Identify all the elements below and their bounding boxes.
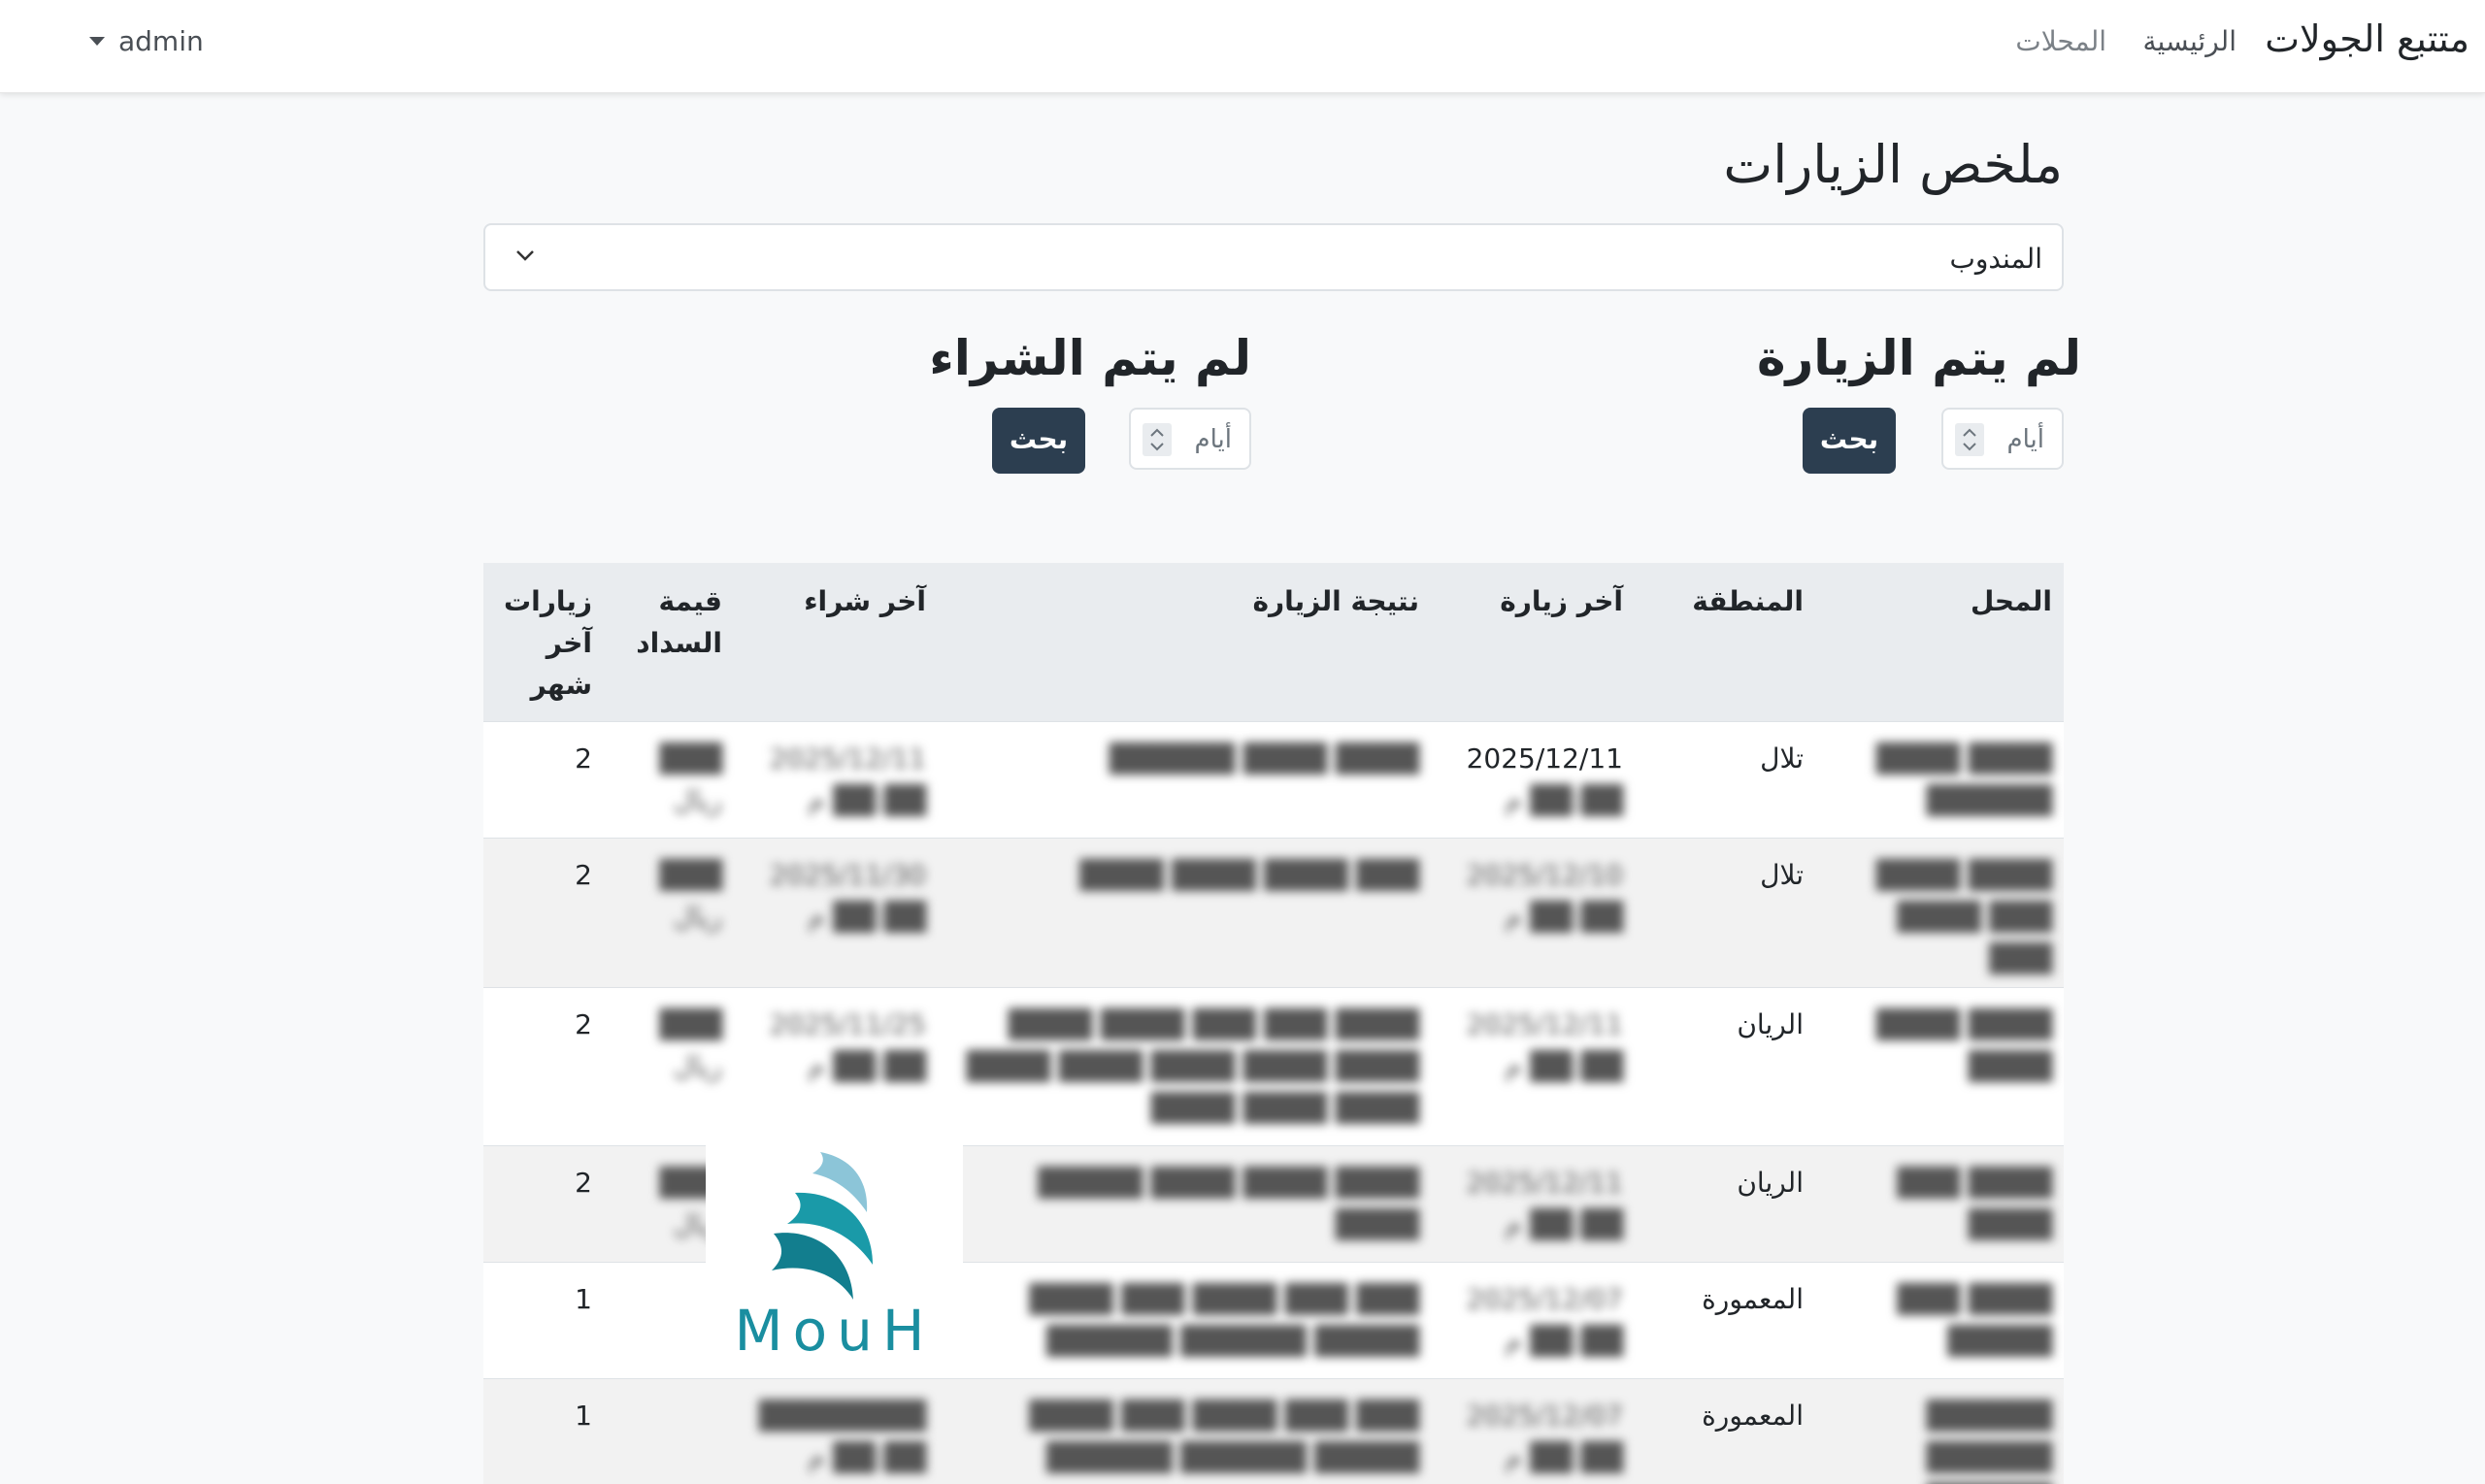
cell-monthly-visits: 2 bbox=[483, 720, 604, 838]
cell-last-purchase: ████████ ██:██ م bbox=[734, 1377, 938, 1484]
user-name: admin bbox=[118, 25, 204, 57]
table-row[interactable]: ████ ████ ███ ████ ███ تلال 2025/12/10 ██:█… bbox=[483, 837, 2064, 987]
cell-visit-result: ████ ████ ████ █████ ████ bbox=[938, 1144, 1431, 1262]
cell-last-visit: 2025/12/07 ██:██ م bbox=[1431, 1261, 1635, 1378]
col-header-visit-result[interactable]: نتيجة الزيارة bbox=[938, 563, 1431, 721]
days-placeholder: أيام bbox=[2006, 425, 2044, 454]
table-row[interactable]: ██████ ██████ ██████المعمورة2025/12/07██… bbox=[483, 1377, 2064, 1484]
col-header-payment[interactable]: قيمة السداد bbox=[604, 563, 734, 721]
cell-last-visit: 2025/12/10 ██:██ م bbox=[1431, 837, 1635, 987]
cell-area: المعمورة bbox=[1635, 1377, 1815, 1484]
cell-last-visit: 2025/12/11 ██:██ م bbox=[1431, 720, 1635, 838]
not-visited-title: لم يتم الزيارة bbox=[1756, 330, 2081, 386]
cell-payment: ███ ريال bbox=[604, 837, 734, 987]
cell-area: تلال bbox=[1635, 720, 1815, 838]
caret-down-icon bbox=[89, 37, 105, 46]
table-row[interactable]: ████ ████ ██████ تلال 2025/12/11 ██:██ م ███… bbox=[483, 720, 2064, 838]
top-navbar: متتبع الجولات الرئيسية المحلات admin bbox=[0, 0, 2485, 93]
cell-monthly-visits: 1 bbox=[483, 1261, 604, 1378]
cell-shop: ████ ████ ███ ████ ███ bbox=[1815, 837, 2064, 987]
cell-monthly-visits: 2 bbox=[483, 837, 604, 987]
cell-monthly-visits: 2 bbox=[483, 986, 604, 1145]
cell-area: المعمورة bbox=[1635, 1261, 1815, 1378]
cell-visit-result: ████ ████ ██████ bbox=[938, 720, 1431, 838]
not-purchased-days-input[interactable]: أيام bbox=[1129, 408, 1251, 470]
mouh-logo: MouH bbox=[706, 1119, 963, 1376]
cell-area: الريان bbox=[1635, 1144, 1815, 1262]
rep-select-value: المندوب bbox=[1949, 243, 2042, 275]
days-placeholder: أيام bbox=[1194, 425, 1232, 454]
cell-visit-result: ███ ███ ████ ███ ████ █████ ██████ █████… bbox=[938, 1261, 1431, 1378]
page-title: ملخص الزيارات bbox=[1723, 134, 2063, 195]
user-menu-toggle[interactable]: admin bbox=[89, 25, 204, 57]
cell-visit-result: ████ ███ ███ ████ ████ ████ ████ ████ ██… bbox=[938, 986, 1431, 1145]
cell-shop: ██████ ██████ ██████ bbox=[1815, 1377, 2064, 1484]
cell-shop: ████ ███ ████ bbox=[1815, 1144, 2064, 1262]
nav-link-home[interactable]: الرئيسية bbox=[2143, 25, 2236, 57]
cell-payment bbox=[604, 1377, 734, 1484]
not-purchased-search-button[interactable]: بحث bbox=[992, 408, 1085, 474]
col-header-shop[interactable]: المحل bbox=[1815, 563, 2064, 721]
nav-link-shops[interactable]: المحلات bbox=[2015, 25, 2106, 57]
number-spinner-icon[interactable] bbox=[1955, 423, 1984, 456]
number-spinner-icon[interactable] bbox=[1143, 423, 1172, 456]
not-purchased-title: لم يتم الشراء bbox=[929, 330, 1251, 386]
not-visited-search-button[interactable]: بحث bbox=[1803, 408, 1896, 474]
cell-visit-result: ███ ███ ████ ███ ████ █████ ██████ █████… bbox=[938, 1377, 1431, 1484]
cell-payment: ███ ريال bbox=[604, 720, 734, 838]
table-header-row: المحل المنطقة آخر زيارة نتيجة الزيارة آخ… bbox=[483, 563, 2064, 721]
cell-shop: ████ ███ █████ bbox=[1815, 1261, 2064, 1378]
cell-last-purchase: 2025/12/11 ██:██ م bbox=[734, 720, 938, 838]
cell-shop: ████ ████ ██████ bbox=[1815, 720, 2064, 838]
col-header-area[interactable]: المنطقة bbox=[1635, 563, 1815, 721]
rep-select[interactable]: المندوب bbox=[483, 223, 2064, 291]
not-visited-days-input[interactable]: أيام bbox=[1941, 408, 2064, 470]
navbar-brand[interactable]: متتبع الجولات bbox=[2265, 17, 2469, 60]
col-header-last-purchase[interactable]: آخر شراء bbox=[734, 563, 938, 721]
cell-visit-result: ███ ████ ████ ████ bbox=[938, 837, 1431, 987]
col-header-monthly-visits[interactable]: زيارات آخر شهر bbox=[483, 563, 604, 721]
cell-last-visit: 2025/12/11 ██:██ م bbox=[1431, 1144, 1635, 1262]
cell-area: الريان bbox=[1635, 986, 1815, 1145]
cell-last-visit: 2025/12/11 ██:██ م bbox=[1431, 986, 1635, 1145]
logo-text: MouH bbox=[734, 1298, 935, 1364]
cell-area: تلال bbox=[1635, 837, 1815, 987]
cell-monthly-visits: 2 bbox=[483, 1144, 604, 1262]
cell-monthly-visits: 1 bbox=[483, 1377, 604, 1484]
cell-shop: ████ ████ ████ bbox=[1815, 986, 2064, 1145]
col-header-last-visit[interactable]: آخر زيارة bbox=[1431, 563, 1635, 721]
cell-last-purchase: 2025/11/30 ██:██ م bbox=[734, 837, 938, 987]
chevron-down-icon bbox=[516, 250, 534, 261]
cell-last-visit: 2025/12/07 ██:██ م bbox=[1431, 1377, 1635, 1484]
